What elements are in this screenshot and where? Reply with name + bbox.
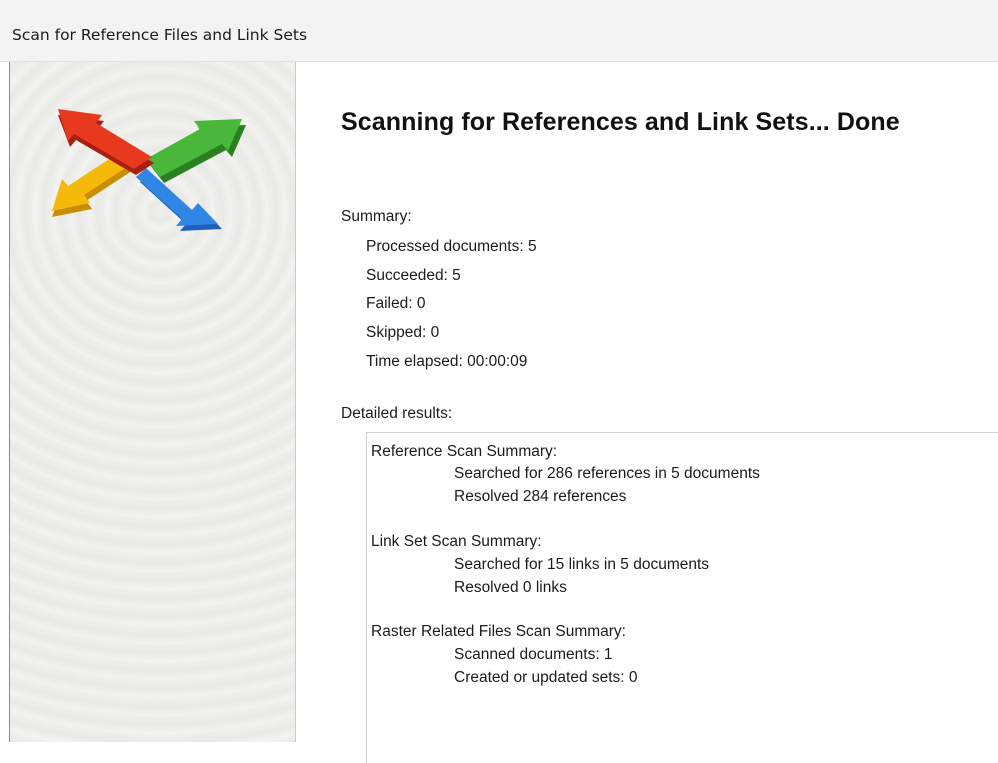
summary-skipped: Skipped: 0 xyxy=(366,324,440,341)
summary-succeeded: Succeeded: 5 xyxy=(366,267,461,284)
detailed-results-label: Detailed results: xyxy=(341,405,453,422)
linkset-searched: Searched for 15 links in 5 documents xyxy=(454,556,710,573)
reference-searched: Searched for 286 references in 5 documen… xyxy=(454,465,760,482)
linkset-scan-header: Link Set Scan Summary: xyxy=(371,533,542,550)
four-way-arrows-icon xyxy=(52,109,246,231)
summary-failed: Failed: 0 xyxy=(366,295,426,312)
raster-created: Created or updated sets: 0 xyxy=(454,669,638,686)
raster-scanned: Scanned documents: 1 xyxy=(454,646,613,663)
detailed-results-textbox[interactable]: Reference Scan Summary: Searched for 286… xyxy=(366,432,998,763)
title-bar[interactable]: Scan for Reference Files and Link Sets xyxy=(0,0,998,62)
page-heading: Scanning for References and Link Sets...… xyxy=(341,108,900,136)
summary-processed: Processed documents: 5 xyxy=(366,238,537,255)
summary-time-elapsed: Time elapsed: 00:00:09 xyxy=(366,353,528,370)
raster-scan-header: Raster Related Files Scan Summary: xyxy=(371,623,626,640)
linkset-resolved: Resolved 0 links xyxy=(454,579,567,596)
window-title: Scan for Reference Files and Link Sets xyxy=(12,26,308,44)
reference-scan-header: Reference Scan Summary: xyxy=(371,443,558,460)
wizard-side-panel xyxy=(10,62,296,742)
reference-resolved: Resolved 284 references xyxy=(454,488,627,505)
summary-label: Summary: xyxy=(341,208,412,225)
